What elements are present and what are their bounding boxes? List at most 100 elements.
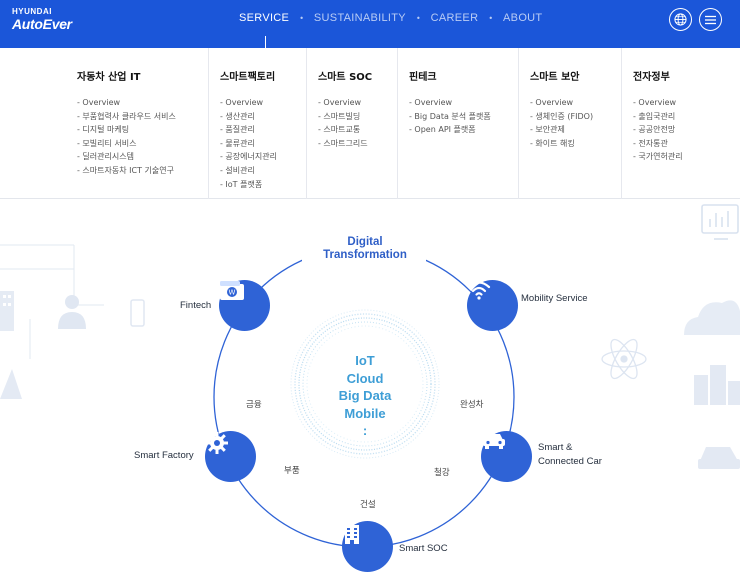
- menu-item[interactable]: - Big Data 분석 플랫폼: [409, 110, 518, 124]
- car-decoration-icon: [698, 447, 740, 469]
- menu-item[interactable]: - Overview: [318, 96, 397, 110]
- smart-soc-node[interactable]: [342, 521, 393, 572]
- menu-column-smart-security: 스마트 보안 - Overview - 생체인증 (FIDO) - 보안관제 -…: [518, 48, 621, 199]
- menu-column-title[interactable]: 핀테크: [409, 68, 518, 83]
- diagram-title: Digital Transformation: [300, 236, 430, 262]
- menu-column-e-government: 전자정부 - Overview - 출입국관리 - 공공안전망 - 전자통관 -…: [621, 48, 740, 199]
- city-icon: [694, 365, 740, 405]
- smart-soc-label: Smart SOC: [399, 543, 448, 554]
- fintech-node[interactable]: W: [219, 280, 270, 331]
- menu-item[interactable]: - 국가연허관리: [633, 150, 740, 164]
- logo-wordmark: AutoEver: [12, 16, 72, 32]
- atom-icon: [601, 338, 647, 380]
- menu-item[interactable]: - Overview: [77, 96, 208, 110]
- nav-service[interactable]: SERVICE: [239, 12, 289, 24]
- menu-column-smart-factory: 스마트팩토리 - Overview - 생산관리 - 품질관리 - 물류관리 -…: [208, 48, 306, 199]
- menu-item[interactable]: - 설비관리: [220, 164, 306, 178]
- top-header: HYUNDAI AutoEver SERVICE • SUSTAINABILIT…: [0, 0, 740, 48]
- menu-item[interactable]: - 공장에너지관리: [220, 150, 306, 164]
- diagram-title-line2: Transformation: [323, 249, 407, 261]
- nav-separator: •: [488, 13, 494, 23]
- menu-item[interactable]: - 품질관리: [220, 123, 306, 137]
- menu-item[interactable]: - Overview: [220, 96, 306, 110]
- menu-item[interactable]: - 출입국관리: [633, 110, 740, 124]
- network-lines-decoration: [0, 244, 104, 359]
- menu-column-list: - Overview - Big Data 분석 플랫폼 - Open API …: [409, 96, 518, 137]
- monitor-icon: [701, 204, 739, 240]
- menu-column-list: - Overview - 생체인증 (FIDO) - 보안관제 - 화이트 해킹: [530, 96, 621, 150]
- menu-column-title[interactable]: 자동차 산업 IT: [77, 68, 208, 83]
- gear-icon: [206, 432, 228, 454]
- nav-sustainability[interactable]: SUSTAINABILITY: [314, 12, 406, 24]
- center-item-more: :: [362, 423, 368, 438]
- menu-item[interactable]: - 화이트 해킹: [530, 137, 621, 151]
- smart-factory-label: Smart Factory: [134, 450, 194, 461]
- active-nav-indicator: [265, 36, 266, 48]
- smartphone-icon: [130, 299, 145, 327]
- menu-item[interactable]: - Overview: [530, 96, 621, 110]
- nav-about[interactable]: ABOUT: [503, 12, 542, 24]
- menu-item[interactable]: - 모빌리티 서비스: [77, 137, 208, 151]
- menu-item[interactable]: - 보안관제: [530, 123, 621, 137]
- fintech-label: Fintech: [180, 300, 212, 311]
- menu-column-title[interactable]: 스마트 보안: [530, 68, 621, 83]
- industry-vehicle-label: 완성차: [460, 400, 484, 410]
- nav-separator: •: [299, 13, 304, 23]
- company-logo[interactable]: HYUNDAI AutoEver: [12, 7, 72, 32]
- menu-column-fintech: 핀테크 - Overview - Big Data 분석 플랫폼 - Open …: [397, 48, 518, 199]
- industry-steel-label: 철강: [434, 468, 450, 478]
- wallet-icon: W: [220, 281, 244, 300]
- menu-item[interactable]: - 생체인증 (FIDO): [530, 110, 621, 124]
- menu-item[interactable]: - 디지털 마케팅: [77, 123, 208, 137]
- menu-item[interactable]: - 스마트그리드: [318, 137, 397, 151]
- menu-column-smart-soc: 스마트 SOC - Overview - 스마트빌딩 - 스마트교통 - 스마트…: [306, 48, 397, 199]
- language-button[interactable]: [669, 8, 692, 31]
- logo-brand: HYUNDAI: [12, 7, 52, 16]
- menu-item[interactable]: - 스마트자동차 ICT 기술연구: [77, 164, 208, 178]
- menu-column-automotive-it: 자동차 산업 IT - Overview - 부품협력사 클라우드 서비스 - …: [66, 48, 208, 199]
- smart-factory-node[interactable]: [205, 431, 256, 482]
- center-item-cloud: Cloud: [346, 370, 384, 386]
- center-technologies: IoT Cloud Big Data Mobile :: [305, 352, 425, 440]
- industry-parts-label: 부품: [284, 466, 300, 476]
- mobility-service-node[interactable]: [467, 280, 518, 331]
- menu-item[interactable]: - 공공안전망: [633, 123, 740, 137]
- industry-construction-label: 건설: [360, 500, 376, 510]
- smart-connected-car-node[interactable]: [481, 431, 532, 482]
- industry-finance-label: 금융: [246, 400, 262, 410]
- smart-car-label-line1: Smart &: [538, 442, 573, 453]
- menu-item[interactable]: - 스마트빌딩: [318, 110, 397, 124]
- menu-item[interactable]: - 딜러관리시스템: [77, 150, 208, 164]
- nav-career[interactable]: CAREER: [431, 12, 479, 24]
- menu-item[interactable]: - Overview: [409, 96, 518, 110]
- menu-item[interactable]: - Overview: [633, 96, 740, 110]
- smart-car-label-line2: Connected Car: [538, 456, 602, 467]
- menu-column-list: - Overview - 부품협력사 클라우드 서비스 - 디지털 마케팅 - …: [77, 96, 208, 178]
- wifi-icon: [467, 281, 491, 300]
- mobility-service-label: Mobility Service: [521, 293, 588, 304]
- menu-column-title[interactable]: 스마트팩토리: [220, 68, 306, 83]
- menu-item[interactable]: - 스마트교통: [318, 123, 397, 137]
- menu-item[interactable]: - 부품협력사 클라우드 서비스: [77, 110, 208, 124]
- center-item-bigdata: Big Data: [338, 388, 392, 403]
- globe-icon: [674, 13, 687, 26]
- building-icon: [0, 291, 14, 331]
- menu-column-list: - Overview - 출입국관리 - 공공안전망 - 전자통관 - 국가연허…: [633, 96, 740, 164]
- nav-separator: •: [415, 13, 421, 23]
- person-icon: [58, 295, 86, 329]
- hamburger-icon: [705, 15, 716, 24]
- car-icon: [483, 434, 505, 449]
- menu-item[interactable]: - 생산관리: [220, 110, 306, 124]
- building-icon: [345, 521, 359, 544]
- menu-column-title[interactable]: 전자정부: [633, 68, 740, 83]
- menu-button[interactable]: [699, 8, 722, 31]
- menu-item[interactable]: - Open API 플랫폼: [409, 123, 518, 137]
- menu-column-title[interactable]: 스마트 SOC: [318, 68, 397, 83]
- svg-text:W: W: [229, 289, 236, 297]
- menu-item[interactable]: - 전자통관: [633, 137, 740, 151]
- cloud-icon: [684, 300, 740, 335]
- center-item-mobile: Mobile: [344, 405, 386, 421]
- menu-item[interactable]: - IoT 플랫폼: [220, 178, 306, 192]
- diagram-title-line1: Digital: [347, 236, 383, 248]
- menu-item[interactable]: - 물류관리: [220, 137, 306, 151]
